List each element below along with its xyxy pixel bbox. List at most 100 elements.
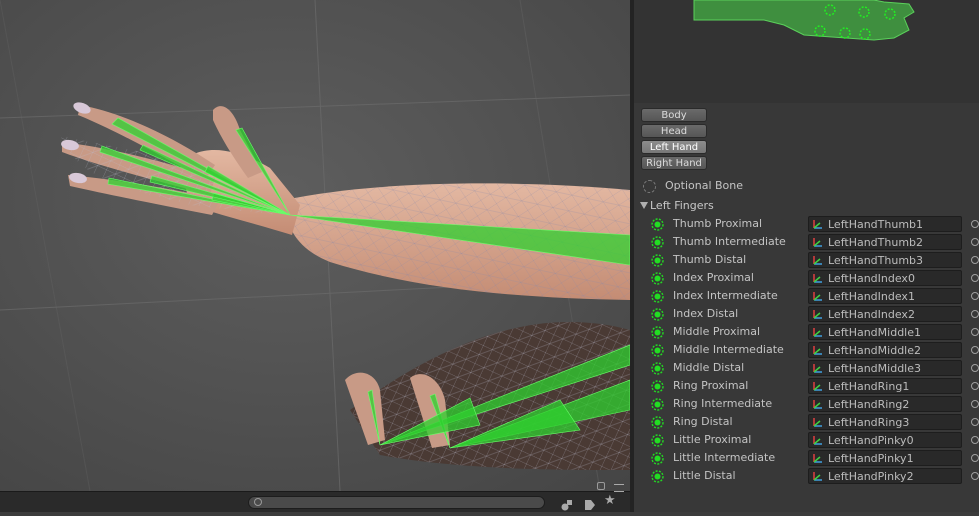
bone-row: Thumb Distal LeftHandThumb3 (634, 252, 979, 270)
scene-view[interactable]: ★ (0, 0, 631, 512)
search-icon (254, 498, 262, 506)
object-picker-icon[interactable] (971, 436, 979, 444)
object-picker-icon[interactable] (971, 364, 979, 372)
foldout-arrow-icon[interactable] (640, 202, 648, 209)
search-input[interactable] (248, 496, 545, 509)
bone-object-name: LeftHandRing2 (828, 398, 910, 411)
bone-mapped-icon[interactable] (651, 290, 664, 303)
bone-object-field[interactable]: LeftHandPinky2 (808, 468, 962, 484)
transform-icon (813, 346, 822, 355)
filter-by-type-icon[interactable] (561, 496, 573, 511)
lock-icon[interactable] (597, 482, 605, 490)
object-picker-icon[interactable] (971, 220, 979, 228)
bone-object-name: LeftHandPinky1 (828, 452, 914, 465)
bone-object-field[interactable]: LeftHandThumb2 (808, 234, 962, 250)
object-picker-icon[interactable] (971, 400, 979, 408)
bone-row: Little Distal LeftHandPinky2 (634, 468, 979, 486)
body-part-button-right-hand[interactable]: Right Hand (641, 156, 707, 170)
bone-label: Thumb Distal (673, 253, 747, 266)
transform-icon (813, 256, 822, 265)
bone-object-field[interactable]: LeftHandIndex1 (808, 288, 962, 304)
bone-mapped-icon[interactable] (651, 344, 664, 357)
bone-mapped-icon[interactable] (651, 272, 664, 285)
bone-mapped-icon[interactable] (651, 326, 664, 339)
bone-row: Middle Proximal LeftHandMiddle1 (634, 324, 979, 342)
bone-label: Ring Intermediate (673, 397, 773, 410)
object-picker-icon[interactable] (971, 418, 979, 426)
bone-label: Index Proximal (673, 271, 754, 284)
bone-mapped-icon[interactable] (651, 254, 664, 267)
bone-label: Index Distal (673, 307, 739, 320)
bone-row: Thumb Proximal LeftHandThumb1 (634, 216, 979, 234)
body-part-button-left-hand[interactable]: Left Hand (641, 140, 707, 154)
object-picker-icon[interactable] (971, 454, 979, 462)
bone-object-name: LeftHandThumb2 (828, 236, 924, 249)
bone-object-field[interactable]: LeftHandIndex2 (808, 306, 962, 322)
body-part-button-head[interactable]: Head (641, 124, 707, 138)
bone-object-field[interactable]: LeftHandMiddle2 (808, 342, 962, 358)
object-picker-icon[interactable] (971, 472, 979, 480)
scene-canvas[interactable] (0, 0, 631, 512)
bone-object-name: LeftHandRing3 (828, 416, 910, 429)
bone-row: Ring Proximal LeftHandRing1 (634, 378, 979, 396)
bone-row: Middle Intermediate LeftHandMiddle2 (634, 342, 979, 360)
bone-object-field[interactable]: LeftHandThumb3 (808, 252, 962, 268)
bone-object-name: LeftHandIndex0 (828, 272, 915, 285)
bone-row: Ring Distal LeftHandRing3 (634, 414, 979, 432)
transform-icon (813, 400, 822, 409)
bone-mapped-icon[interactable] (651, 398, 664, 411)
optional-bone-label: Optional Bone (665, 179, 744, 192)
foldout-label: Left Fingers (650, 199, 714, 212)
bone-mapped-icon[interactable] (651, 236, 664, 249)
bone-label: Little Distal (673, 469, 736, 482)
transform-icon (813, 454, 822, 463)
bone-object-name: LeftHandMiddle1 (828, 326, 921, 339)
bone-label: Ring Distal (673, 415, 733, 428)
object-picker-icon[interactable] (971, 310, 979, 318)
bone-label: Index Intermediate (673, 289, 778, 302)
transform-icon (813, 292, 822, 301)
filter-by-label-icon[interactable] (584, 496, 596, 510)
object-picker-icon[interactable] (971, 256, 979, 264)
bone-mapped-icon[interactable] (651, 452, 664, 465)
menu-icon[interactable] (614, 484, 624, 492)
bone-row: Thumb Intermediate LeftHandThumb2 (634, 234, 979, 252)
bone-object-name: LeftHandPinky2 (828, 470, 914, 483)
transform-icon (813, 328, 822, 337)
bone-object-field[interactable]: LeftHandPinky0 (808, 432, 962, 448)
bone-label: Middle Proximal (673, 325, 761, 338)
object-picker-icon[interactable] (971, 328, 979, 336)
bone-object-field[interactable]: LeftHandRing1 (808, 378, 962, 394)
bone-label: Thumb Proximal (673, 217, 763, 230)
bone-mapped-icon[interactable] (651, 416, 664, 429)
object-picker-icon[interactable] (971, 292, 979, 300)
bone-object-field[interactable]: LeftHandMiddle1 (808, 324, 962, 340)
favorites-star-icon[interactable]: ★ (604, 494, 616, 508)
bone-object-name: LeftHandMiddle3 (828, 362, 921, 375)
bone-row: Ring Intermediate LeftHandRing2 (634, 396, 979, 414)
bone-row: Index Distal LeftHandIndex2 (634, 306, 979, 324)
bone-object-field[interactable]: LeftHandPinky1 (808, 450, 962, 466)
object-picker-icon[interactable] (971, 274, 979, 282)
bone-mapped-icon[interactable] (651, 218, 664, 231)
bone-object-field[interactable]: LeftHandThumb1 (808, 216, 962, 232)
bone-mapped-icon[interactable] (651, 434, 664, 447)
body-part-button-body[interactable]: Body (641, 108, 707, 122)
object-picker-icon[interactable] (971, 238, 979, 246)
bone-label: Ring Proximal (673, 379, 749, 392)
bone-mapped-icon[interactable] (651, 308, 664, 321)
object-picker-icon[interactable] (971, 382, 979, 390)
bone-object-field[interactable]: LeftHandRing3 (808, 414, 962, 430)
bone-object-field[interactable]: LeftHandMiddle3 (808, 360, 962, 376)
bone-row: Index Proximal LeftHandIndex0 (634, 270, 979, 288)
transform-icon (813, 220, 822, 229)
bone-mapped-icon[interactable] (651, 362, 664, 375)
object-picker-icon[interactable] (971, 346, 979, 354)
bone-mapped-icon[interactable] (651, 380, 664, 393)
bone-object-field[interactable]: LeftHandIndex0 (808, 270, 962, 286)
bone-mapped-icon[interactable] (651, 470, 664, 483)
left-fingers-foldout[interactable]: Left Fingers (634, 197, 979, 215)
bone-object-field[interactable]: LeftHandRing2 (808, 396, 962, 412)
transform-icon (813, 274, 822, 283)
bone-row: Little Proximal LeftHandPinky0 (634, 432, 979, 450)
